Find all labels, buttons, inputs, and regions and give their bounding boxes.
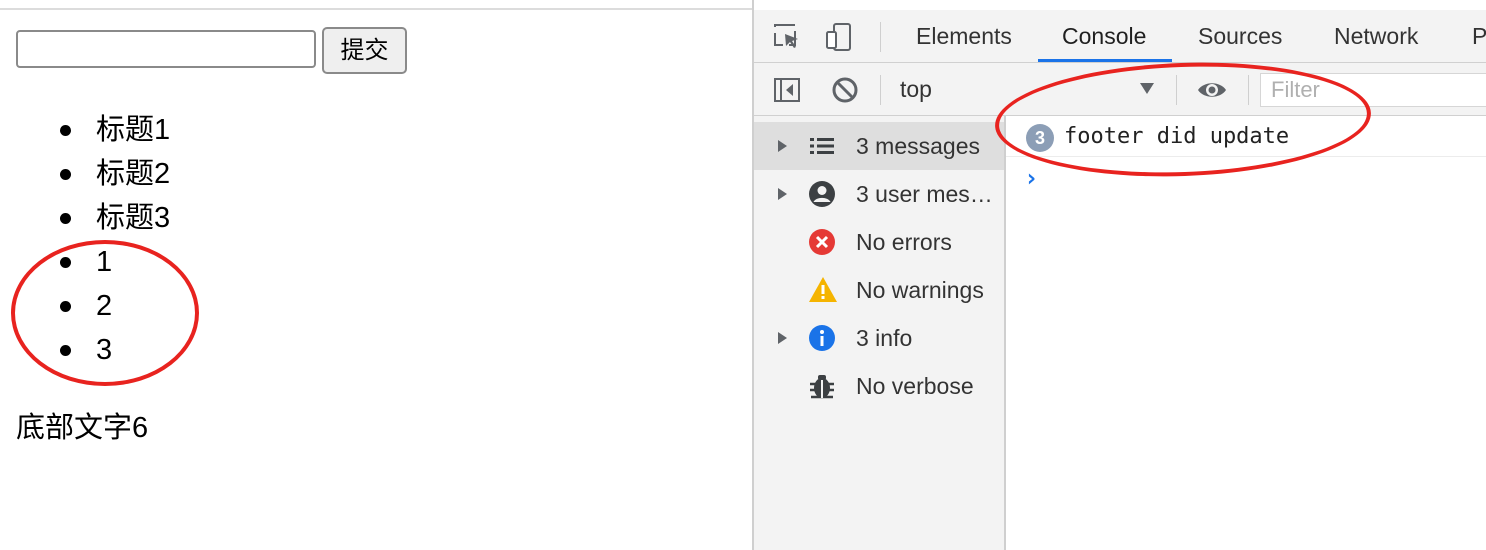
- toolbar-separator: [1176, 75, 1177, 105]
- chevron-down-icon[interactable]: [1140, 83, 1154, 94]
- repeat-count-badge: 3: [1026, 124, 1054, 152]
- sidebar-item-errors[interactable]: No errors: [754, 218, 1004, 266]
- console-sidebar: 3 messages 3 user mes… No errors No warn…: [754, 116, 1006, 550]
- sidebar-item-verbose[interactable]: No verbose: [754, 362, 1004, 410]
- list-item: 1: [0, 240, 170, 284]
- list-item: 2: [0, 284, 170, 328]
- inspect-element-icon[interactable]: [772, 22, 802, 52]
- submit-button[interactable]: 提交: [322, 27, 407, 74]
- clear-console-icon[interactable]: [830, 75, 860, 105]
- list-item: 标题2: [0, 152, 170, 196]
- sidebar-item-label: No errors: [856, 229, 952, 255]
- bug-icon: [808, 372, 836, 400]
- context-selector[interactable]: top: [900, 63, 932, 115]
- footer-text: 底部文字6: [16, 412, 149, 444]
- info-icon: [808, 324, 836, 352]
- devtools-tabbar: Elements Console Sources Network P: [754, 10, 1486, 63]
- console-message[interactable]: 3 footer did update: [1006, 116, 1486, 157]
- console-prompt-icon[interactable]: ›: [1024, 164, 1038, 192]
- tab-network[interactable]: Network: [1334, 10, 1418, 62]
- list-icon: [808, 132, 836, 160]
- expand-caret-icon[interactable]: [778, 140, 787, 152]
- filter-input[interactable]: Filter: [1260, 73, 1486, 107]
- active-tab-indicator: [1038, 59, 1172, 62]
- sidebar-item-label: 3 user mes…: [856, 181, 993, 207]
- eye-icon[interactable]: [1196, 75, 1226, 105]
- list-item: 3: [0, 328, 170, 372]
- user-icon: [808, 180, 836, 208]
- console-output: 3 footer did update ›: [1006, 116, 1486, 550]
- warning-icon: [808, 276, 837, 304]
- sidebar-item-info[interactable]: 3 info: [754, 314, 1004, 362]
- item-list: 标题1 标题2 标题3 1 2 3: [0, 108, 170, 372]
- sidebar-item-messages[interactable]: 3 messages: [754, 122, 1004, 170]
- text-input[interactable]: [16, 30, 316, 68]
- sidebar-item-label: No verbose: [856, 373, 974, 399]
- sidebar-item-label: No warnings: [856, 277, 984, 303]
- toolbar-separator: [1248, 75, 1249, 105]
- tab-more[interactable]: P: [1472, 10, 1486, 62]
- expand-caret-icon[interactable]: [778, 188, 787, 200]
- tab-elements[interactable]: Elements: [916, 10, 1012, 62]
- console-message-text: footer did update: [1064, 124, 1290, 149]
- devtools-panel: Elements Console Sources Network P top F…: [752, 0, 1486, 550]
- error-icon: [808, 228, 836, 256]
- sidebar-item-user-messages[interactable]: 3 user mes…: [754, 170, 1004, 218]
- toolbar-separator: [880, 75, 881, 105]
- tab-sources[interactable]: Sources: [1198, 10, 1282, 62]
- sidebar-toggle-icon[interactable]: [772, 75, 802, 105]
- expand-caret-icon[interactable]: [778, 332, 787, 344]
- list-item: 标题1: [0, 108, 170, 152]
- sidebar-item-label: 3 messages: [856, 133, 981, 159]
- tab-console[interactable]: Console: [1062, 10, 1146, 62]
- sidebar-item-warnings[interactable]: No warnings: [754, 266, 1004, 314]
- sidebar-item-label: 3 info: [856, 325, 913, 351]
- list-item: 标题3: [0, 196, 170, 240]
- console-toolbar: top Filter: [754, 63, 1486, 116]
- tabbar-separator: [880, 22, 881, 52]
- page-content: 提交 标题1 标题2 标题3 1 2 3 底部文字6: [0, 0, 752, 550]
- device-toolbar-icon[interactable]: [824, 22, 854, 52]
